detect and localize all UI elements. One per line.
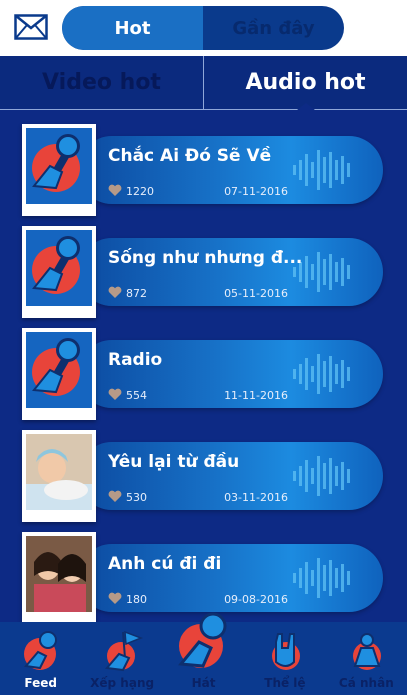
song-date: 05-11-2016 [224, 287, 288, 300]
like-count: 180 [126, 593, 147, 606]
nav-label: Thể lệ [264, 676, 306, 690]
list-item[interactable]: Yêu lại từ đầu 530 03-11-2016 [0, 428, 407, 524]
hot-recent-toggle: Hot Gần đây [62, 6, 344, 50]
song-title: Sống như nhưng đ... [108, 248, 303, 268]
song-title: Radio [108, 350, 163, 370]
nav-ranking[interactable]: Xếp hạng [81, 622, 162, 695]
heart-icon[interactable] [108, 184, 122, 197]
song-title: Anh cú đi đi [108, 554, 222, 574]
list-item[interactable]: Chắc Ai Đó Sẽ Về 1220 07-11-2016 [0, 122, 407, 218]
nav-label: Cá nhân [338, 676, 394, 690]
list-item[interactable]: Anh cú đi đi 180 09-08-2016 [0, 530, 407, 622]
heart-icon[interactable] [108, 286, 122, 299]
segment-recent[interactable]: Gần đây [203, 6, 344, 50]
person-icon [353, 633, 382, 670]
nav-rules[interactable]: Thể lệ [244, 622, 325, 695]
microphone-hand-icon [177, 612, 227, 668]
nav-feed[interactable]: Feed [0, 622, 81, 695]
song-meta: 180 09-08-2016 [108, 592, 288, 610]
song-date: 07-11-2016 [224, 185, 288, 198]
tab-audio-hot[interactable]: Audio hot [203, 56, 407, 109]
song-meta: 1220 07-11-2016 [108, 184, 288, 202]
microphone-hand-icon [23, 631, 57, 670]
nav-label: Feed [24, 676, 57, 690]
song-thumbnail[interactable] [22, 532, 96, 622]
like-count: 872 [126, 287, 147, 300]
people-photo [26, 536, 92, 612]
like-count: 554 [126, 389, 147, 402]
song-title: Yêu lại từ đầu [108, 452, 240, 472]
tab-video-hot[interactable]: Video hot [0, 56, 203, 109]
top-bar: Hot Gần đây [0, 0, 407, 56]
microphone-hand-icon [26, 128, 92, 204]
song-meta: 530 03-11-2016 [108, 490, 288, 508]
nav-label: Xếp hạng [90, 676, 155, 690]
rock-hand-icon [271, 633, 300, 670]
song-date: 09-08-2016 [224, 593, 288, 606]
song-date: 11-11-2016 [224, 389, 288, 402]
microphone-hand-icon [26, 332, 92, 408]
list-item[interactable]: Radio 554 11-11-2016 [0, 326, 407, 422]
heart-icon[interactable] [108, 388, 122, 401]
mail-icon[interactable] [14, 14, 48, 40]
audio-list: Chắc Ai Đó Sẽ Về 1220 07-11-2016 Sống nh… [0, 110, 407, 622]
list-item[interactable]: Sống như nhưng đ... 872 05-11-2016 [0, 224, 407, 320]
nav-sing[interactable]: Hát [163, 612, 244, 695]
song-date: 03-11-2016 [224, 491, 288, 504]
song-thumbnail[interactable] [22, 328, 96, 420]
song-thumbnail[interactable] [22, 124, 96, 216]
song-thumbnail[interactable] [22, 226, 96, 318]
baby-photo [26, 434, 92, 510]
song-meta: 872 05-11-2016 [108, 286, 288, 304]
nav-label: Hát [191, 676, 216, 690]
bottom-navigation: Feed Xếp hạng Hát Thể lệ Cá nhân [0, 612, 407, 695]
segment-hot[interactable]: Hot [62, 6, 203, 50]
song-meta: 554 11-11-2016 [108, 388, 288, 406]
nav-profile[interactable]: Cá nhân [326, 622, 407, 695]
heart-icon[interactable] [108, 490, 122, 503]
like-count: 530 [126, 491, 147, 504]
flag-hand-icon [105, 630, 144, 672]
song-title: Chắc Ai Đó Sẽ Về [108, 146, 272, 166]
like-count: 1220 [126, 185, 154, 198]
song-thumbnail[interactable] [22, 430, 96, 522]
microphone-hand-icon [26, 230, 92, 306]
heart-icon[interactable] [108, 592, 122, 605]
media-tabs: Video hot Audio hot [0, 56, 407, 110]
